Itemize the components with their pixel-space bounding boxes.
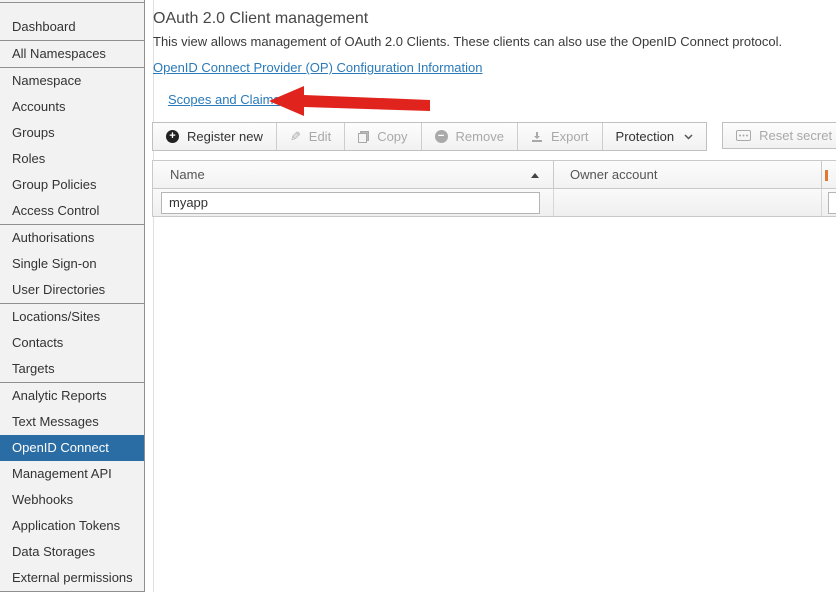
card-icon (736, 130, 751, 141)
clipped-filter-cell (822, 189, 836, 216)
content-left-divider (153, 0, 154, 592)
sidebar-item-data-storages[interactable]: Data Storages (0, 539, 144, 565)
export-label: Export (551, 129, 589, 144)
sidebar-item-user-directories[interactable]: User Directories (0, 277, 144, 303)
edit-label: Edit (309, 129, 331, 144)
sidebar-group-services: Analytic Reports Text Messages OpenID Co… (0, 383, 144, 592)
download-icon (531, 131, 543, 143)
sidebar-item-application-tokens[interactable]: Application Tokens (0, 513, 144, 539)
sidebar-item-groups[interactable]: Groups (0, 120, 144, 146)
sort-ascending-icon (531, 173, 539, 178)
register-new-button[interactable]: + Register new (153, 123, 276, 150)
reset-secret-label: Reset secret (759, 128, 832, 143)
remove-button[interactable]: − Remove (421, 123, 517, 150)
copy-button[interactable]: Copy (344, 123, 420, 150)
sidebar-item-locations-sites[interactable]: Locations/Sites (0, 304, 144, 330)
toolbar: + Register new ✎ Edit Copy − Remove Expo… (152, 122, 836, 151)
column-header-name[interactable]: Name (153, 161, 554, 188)
protection-label: Protection (616, 129, 675, 144)
sidebar-item-accounts[interactable]: Accounts (0, 94, 144, 120)
chevron-down-icon (684, 134, 693, 140)
protection-dropdown-button[interactable]: Protection (602, 123, 707, 150)
reset-secret-button[interactable]: Reset secret (722, 122, 836, 149)
name-filter-input[interactable] (161, 192, 540, 214)
owner-filter-cell (554, 189, 822, 216)
column-header-owner-account[interactable]: Owner account (554, 161, 822, 188)
sidebar-item-group-policies[interactable]: Group Policies (0, 172, 144, 198)
sidebar-item-all-namespaces[interactable]: All Namespaces (0, 41, 144, 67)
sidebar-item-authorisations[interactable]: Authorisations (0, 225, 144, 251)
app-window: Dashboard All Namespaces Namespace Accou… (0, 0, 836, 592)
minus-circle-icon: − (435, 130, 448, 143)
clipped-filter-input[interactable] (828, 192, 836, 214)
copy-icon (358, 131, 369, 143)
copy-label: Copy (377, 129, 407, 144)
sidebar-item-roles[interactable]: Roles (0, 146, 144, 172)
sidebar-group-locations: Locations/Sites Contacts Targets (0, 304, 144, 383)
clipped-column-icon (825, 170, 828, 181)
sidebar: Dashboard All Namespaces Namespace Accou… (0, 0, 145, 592)
sidebar-item-dashboard[interactable]: Dashboard (0, 14, 144, 40)
sidebar-item-external-permissions[interactable]: External permissions (0, 565, 144, 591)
page-title: OAuth 2.0 Client management (153, 10, 368, 28)
table-header-row: Name Owner account (152, 160, 836, 189)
annotation-arrow (264, 84, 434, 120)
name-filter-cell (153, 189, 554, 216)
clients-table: Name Owner account (152, 160, 836, 217)
register-new-label: Register new (187, 129, 263, 144)
page-description: This view allows management of OAuth 2.0… (153, 34, 782, 49)
column-header-clipped[interactable] (822, 161, 836, 188)
sidebar-item-webhooks[interactable]: Webhooks (0, 487, 144, 513)
owner-account-column-label: Owner account (570, 167, 657, 182)
pencil-icon: ✎ (290, 130, 301, 143)
remove-label: Remove (456, 129, 504, 144)
name-column-label: Name (170, 167, 205, 182)
sidebar-item-access-control[interactable]: Access Control (0, 198, 144, 224)
sidebar-item-single-sign-on[interactable]: Single Sign-on (0, 251, 144, 277)
sidebar-item-management-api[interactable]: Management API (0, 461, 144, 487)
client-actions-button-group: + Register new ✎ Edit Copy − Remove Expo… (152, 122, 707, 151)
sidebar-group-all-namespaces: All Namespaces (0, 41, 144, 68)
op-configuration-link[interactable]: OpenID Connect Provider (OP) Configurati… (153, 60, 483, 75)
sidebar-item-openid-connect[interactable]: OpenID Connect (0, 435, 144, 461)
edit-button[interactable]: ✎ Edit (276, 123, 344, 150)
sidebar-group-namespace: Namespace Accounts Groups Roles Group Po… (0, 68, 144, 225)
sidebar-item-targets[interactable]: Targets (0, 356, 144, 382)
sidebar-group-dashboard: Dashboard (0, 3, 144, 41)
sidebar-group-auth: Authorisations Single Sign-on User Direc… (0, 225, 144, 304)
sidebar-item-analytic-reports[interactable]: Analytic Reports (0, 383, 144, 409)
sidebar-top-divider (0, 2, 144, 3)
export-button[interactable]: Export (517, 123, 602, 150)
sidebar-item-namespace[interactable]: Namespace (0, 68, 144, 94)
table-filter-row (152, 189, 836, 217)
plus-circle-icon: + (166, 130, 179, 143)
sidebar-item-contacts[interactable]: Contacts (0, 330, 144, 356)
sidebar-item-text-messages[interactable]: Text Messages (0, 409, 144, 435)
